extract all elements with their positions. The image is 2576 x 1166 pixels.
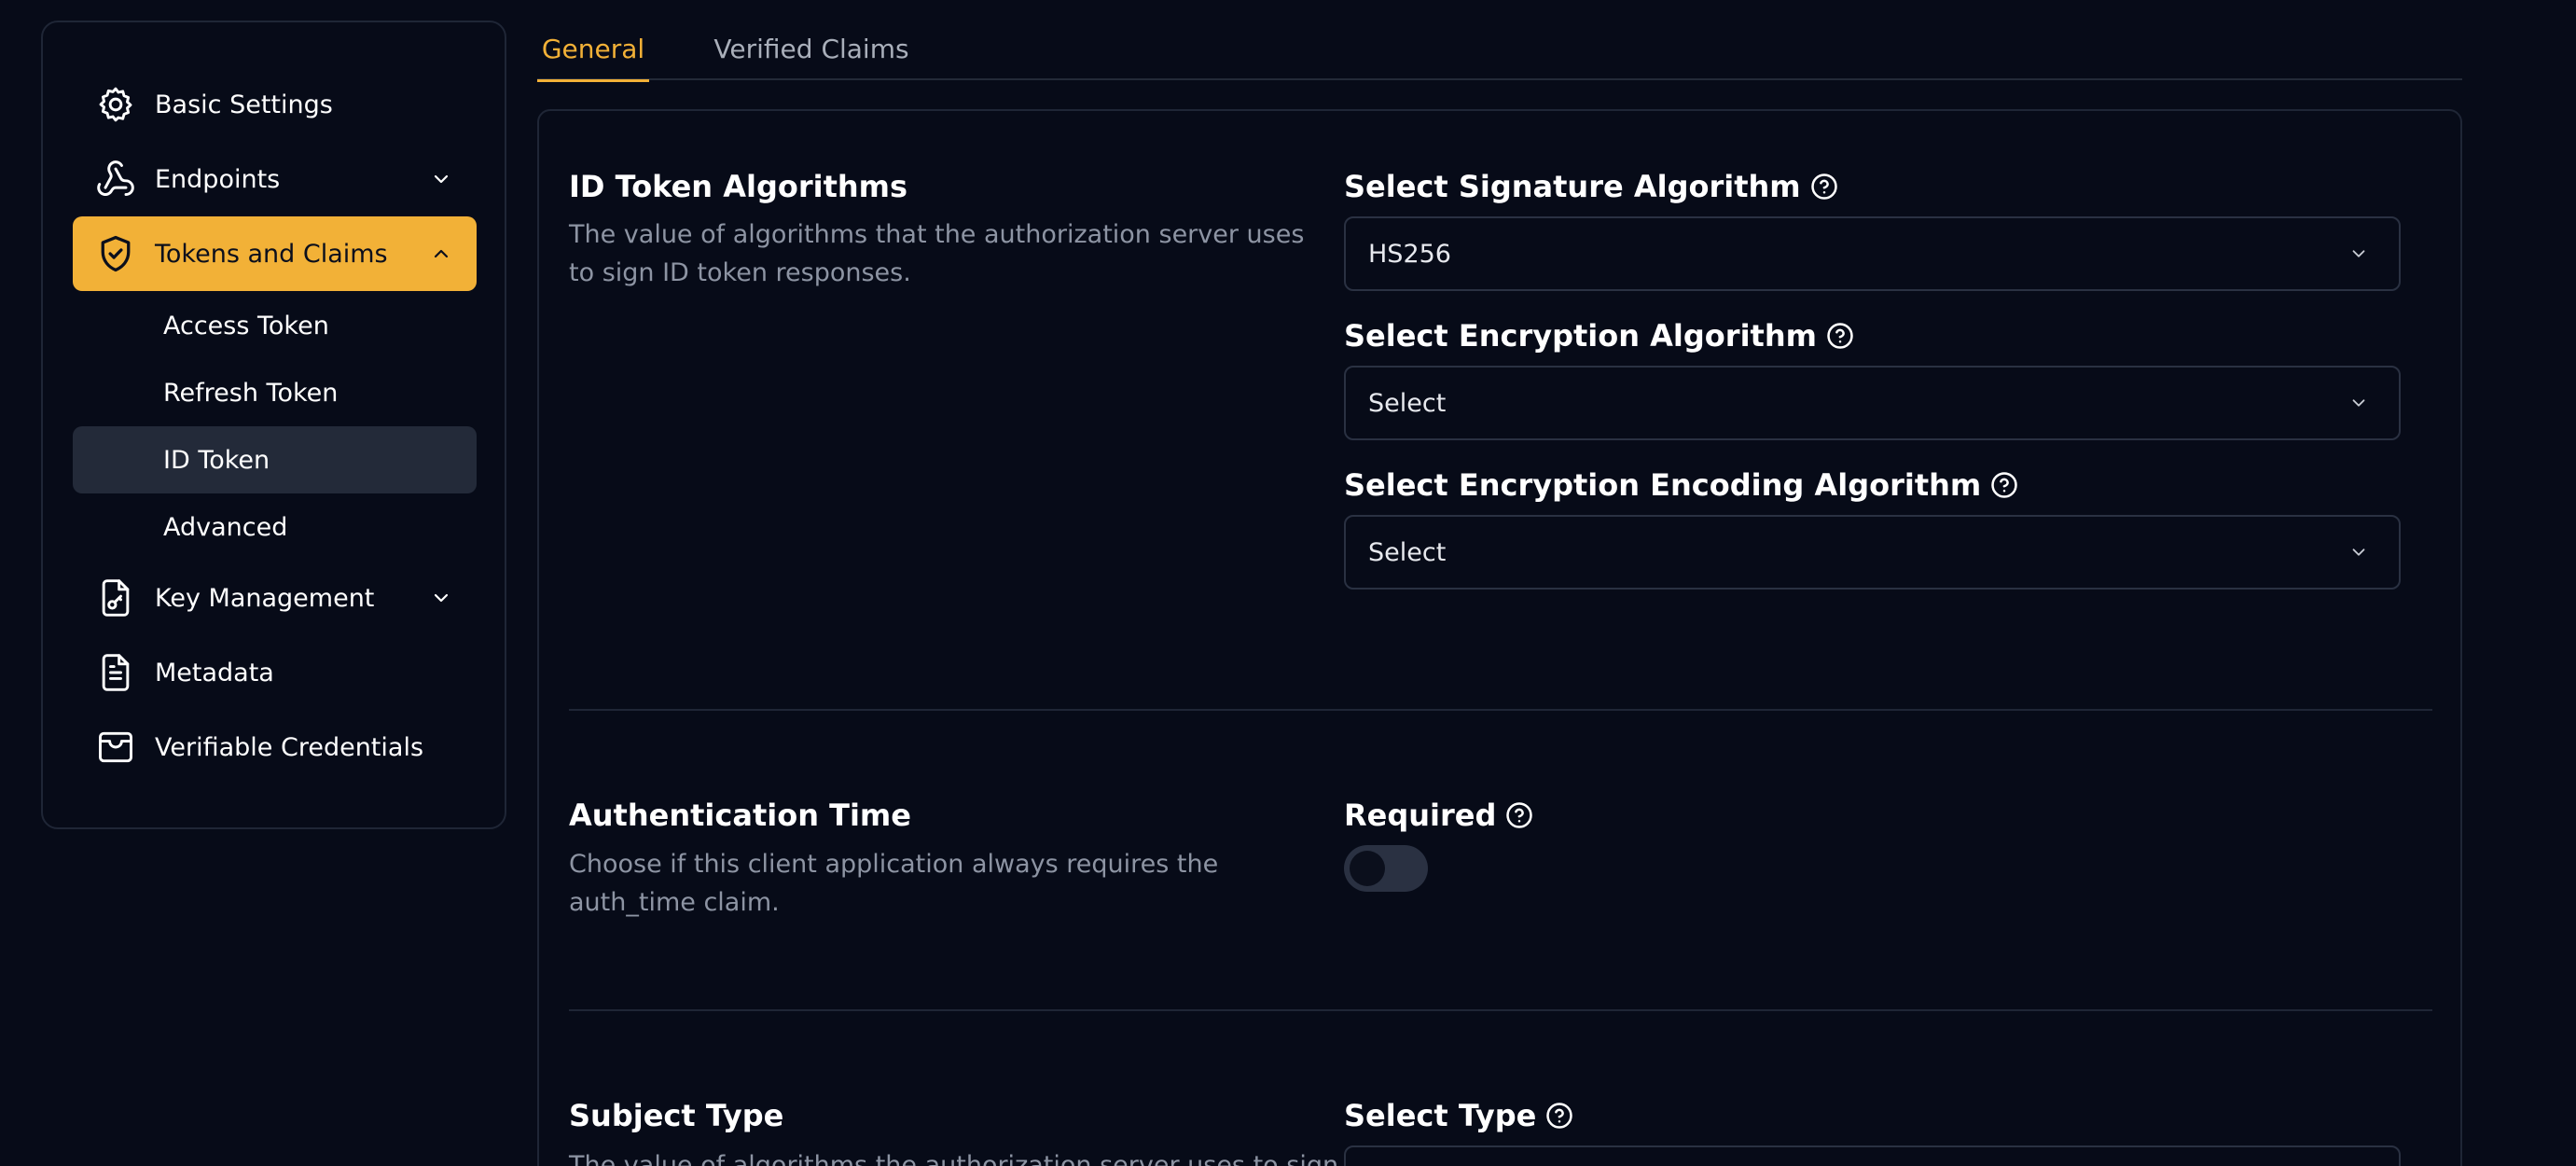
tab-bar: General Verified Claims (537, 17, 2462, 82)
sidebar-item-metadata[interactable]: Metadata (73, 635, 477, 710)
file-key-icon (93, 576, 138, 620)
sidebar-item-label: Tokens and Claims (155, 239, 388, 269)
section-title-subject-type: Subject Type (569, 1098, 784, 1133)
sidebar-item-label: Basic Settings (155, 90, 333, 119)
tab-general[interactable]: General (537, 17, 649, 82)
subject-type-select[interactable] (1344, 1145, 2401, 1166)
sidebar-item-endpoints[interactable]: Endpoints (73, 142, 477, 216)
sidebar-item-label: Verifiable Credentials (155, 732, 424, 762)
field-label-text: Select Encryption Encoding Algorithm (1344, 467, 1982, 503)
select-value: Select (1368, 388, 1447, 418)
shield-icon (93, 231, 138, 276)
settings-sidebar: Basic Settings Endpoints Tokens and Clai… (41, 21, 506, 829)
sidebar-subitem-label: Access Token (163, 311, 329, 340)
field-label-text: Select Type (1344, 1098, 1537, 1133)
sidebar-subitem-advanced[interactable]: Advanced (73, 493, 477, 561)
sidebar-item-basic-settings[interactable]: Basic Settings (73, 67, 477, 142)
sidebar-item-label: Endpoints (155, 164, 281, 194)
tab-verified-claims[interactable]: Verified Claims (713, 17, 910, 80)
document-icon (93, 650, 138, 695)
section-divider (569, 709, 2432, 711)
help-icon[interactable] (1505, 801, 1533, 829)
chevron-up-icon (428, 241, 454, 267)
section-description-subject-type: The value of algorithms the authorizatio… (569, 1151, 1339, 1166)
required-label: Required (1344, 798, 1533, 833)
help-icon[interactable] (1990, 471, 2018, 499)
sidebar-item-label: Metadata (155, 658, 274, 687)
chevron-down-icon (2347, 391, 2371, 415)
help-icon[interactable] (1810, 173, 1838, 201)
toggle-knob (1350, 851, 1385, 886)
wallet-icon (93, 725, 138, 770)
select-value: HS256 (1368, 239, 1451, 269)
section-description-id-token-algorithms: The value of algorithms that the authori… (569, 220, 1305, 287)
sidebar-item-verifiable-credentials[interactable]: Verifiable Credentials (73, 710, 477, 784)
sidebar-item-tokens-and-claims[interactable]: Tokens and Claims (73, 216, 477, 291)
section-title-authentication-time: Authentication Time (569, 798, 911, 833)
field-label-text: Select Encryption Algorithm (1344, 318, 1817, 354)
chevron-down-icon (428, 166, 454, 192)
help-icon[interactable] (1545, 1102, 1573, 1130)
signature-algorithm-select[interactable]: HS256 (1344, 216, 2401, 291)
signature-algorithm-label: Select Signature Algorithm (1344, 169, 1838, 204)
sidebar-subitem-access-token[interactable]: Access Token (73, 292, 477, 359)
settings-card: ID Token Algorithms The value of algorit… (537, 109, 2462, 1166)
encryption-encoding-algorithm-label: Select Encryption Encoding Algorithm (1344, 467, 2018, 503)
encryption-algorithm-select[interactable]: Select (1344, 366, 2401, 440)
sidebar-subitem-label: ID Token (163, 445, 270, 475)
section-title-id-token-algorithms: ID Token Algorithms (569, 169, 908, 204)
help-icon[interactable] (1826, 322, 1854, 350)
chevron-down-icon (428, 585, 454, 611)
webhook-icon (93, 157, 138, 201)
encryption-algorithm-label: Select Encryption Algorithm (1344, 318, 1854, 354)
gear-icon (93, 82, 138, 127)
sidebar-subitem-refresh-token[interactable]: Refresh Token (73, 359, 477, 426)
sidebar-item-label: Key Management (155, 583, 375, 613)
section-divider (569, 1009, 2432, 1011)
select-type-label: Select Type (1344, 1098, 1573, 1133)
auth-time-required-toggle[interactable] (1344, 845, 1428, 892)
chevron-down-icon (2347, 242, 2371, 266)
sidebar-subitem-label: Refresh Token (163, 378, 339, 408)
sidebar-item-key-management[interactable]: Key Management (73, 561, 477, 635)
field-label-text: Select Signature Algorithm (1344, 169, 1801, 204)
sidebar-subitem-id-token[interactable]: ID Token (73, 426, 477, 493)
select-value: Select (1368, 537, 1447, 567)
chevron-down-icon (2347, 540, 2371, 564)
field-label-text: Required (1344, 798, 1497, 833)
section-description-authentication-time: Choose if this client application always… (569, 850, 1219, 917)
sidebar-subitem-label: Advanced (163, 512, 288, 542)
encryption-encoding-algorithm-select[interactable]: Select (1344, 515, 2401, 590)
